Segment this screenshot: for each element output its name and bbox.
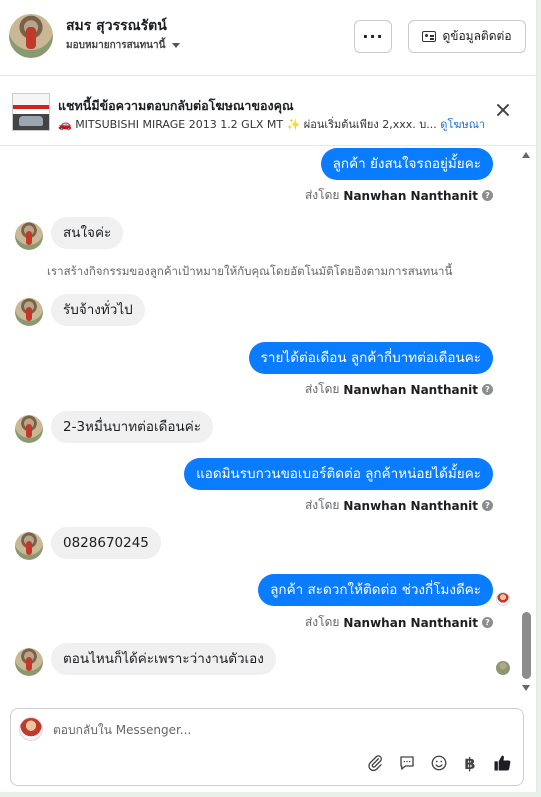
info-icon[interactable]: ? [482,500,493,511]
outgoing-message[interactable]: ลูกค้า สะดวกให้ติดต่อ ช่วงกี่โมงดีคะ [258,574,493,606]
sent-by-prefix: ส่งโดย [304,498,340,512]
chevron-down-icon [172,43,181,48]
contact-avatar-small [15,222,43,250]
contact-avatar[interactable] [9,14,53,58]
scroll-up-arrow[interactable] [522,152,530,158]
reply-composer: ฿ [10,708,524,786]
system-note: เราสร้างกิจกรรมของลูกค้าเป้าหมายให้กับคุ… [47,264,453,278]
contact-avatar-small [15,648,43,676]
sender-name: Nanwhan Nanthanit [343,382,478,397]
ad-banner-title: แชทนี้มีข้อความตอบกลับต่อโฆษณาของคุณ [58,98,294,113]
contact-avatar-small [15,415,43,443]
chat-bubble-icon[interactable] [397,753,417,773]
view-contact-button[interactable]: ดูข้อมูลติดต่อ [408,20,526,53]
info-icon[interactable]: ? [482,617,493,628]
baht-icon[interactable]: ฿ [460,753,480,773]
more-button[interactable]: ··· [354,20,392,53]
sent-by-label: ส่งโดย Nanwhan Nanthanit ? [305,613,493,632]
incoming-message[interactable]: 2-3หมื่นบาทต่อเดือนค่ะ [51,411,213,443]
incoming-message[interactable]: 0828670245 [51,527,161,559]
ad-banner-description: 🚗 MITSUBISHI MIRAGE 2013 1.2 GLX MT ✨ ผ่… [58,115,485,133]
sender-name: Nanwhan Nanthanit [343,188,478,203]
view-ad-link[interactable]: ดูโฆษณา [440,118,485,131]
sent-by-prefix: ส่งโดย [304,615,340,629]
chat-panel: สมร สุวรรณรัตน์ มอบหมายการสนทนานี้ ··· ด… [0,0,537,797]
outgoing-message[interactable]: รายได้ต่อเดือน ลูกค้ากี่บาทต่อเดือนคะ [248,342,493,374]
incoming-message[interactable]: สนใจค่ะ [51,217,124,249]
close-icon[interactable] [494,101,512,119]
seen-indicator-avatar [496,661,510,675]
ad-description-text: 🚗 MITSUBISHI MIRAGE 2013 1.2 GLX MT ✨ ผ่… [58,118,437,131]
contact-avatar-small [15,532,43,560]
incoming-message[interactable]: รับจ้างทั่วไป [51,294,145,326]
scrollbar-thumb[interactable] [522,612,531,679]
scroll-down-arrow[interactable] [522,685,530,691]
ad-reply-banner: แชทนี้มีข้อความตอบกลับต่อโฆษณาของคุณ 🚗 M… [0,77,537,146]
contact-card-icon [422,31,437,42]
paperclip-icon[interactable] [365,753,385,773]
assign-conversation[interactable]: มอบหมายการสนทนานี้ [66,38,181,53]
conversation-header: สมร สุวรรณรัตน์ มอบหมายการสนทนานี้ ··· ด… [0,0,537,76]
window-bottom-edge [0,792,541,797]
ad-thumbnail[interactable] [12,93,50,131]
sent-by-prefix: ส่งโดย [304,382,340,396]
assign-label: มอบหมายการสนทนานี้ [66,40,166,51]
sender-name: Nanwhan Nanthanit [343,498,478,513]
view-contact-label: ดูข้อมูลติดต่อ [442,29,512,43]
info-icon[interactable]: ? [482,384,493,395]
sent-by-label: ส่งโดย Nanwhan Nanthanit ? [305,496,493,515]
window-edge [537,0,541,797]
sent-by-label: ส่งโดย Nanwhan Nanthanit ? [305,380,493,399]
message-thread: ลูกค้า ยังสนใจรถอยู่มั้ยคะ ส่งโดย Nanwha… [0,147,537,702]
thumbs-up-icon[interactable] [492,753,512,773]
read-receipt-avatar [496,592,510,606]
outgoing-message[interactable]: แอดมินรบกวนขอเบอร์ติดต่อ ลูกค้าหน่อยได้ม… [184,458,493,490]
outgoing-message[interactable]: ลูกค้า ยังสนใจรถอยู่มั้ยคะ [320,148,493,180]
reply-input[interactable] [53,721,473,739]
page-avatar [19,717,43,741]
info-icon[interactable]: ? [482,190,493,201]
contact-avatar-small [15,298,43,326]
sent-by-prefix: ส่งโดย [304,188,340,202]
sender-name: Nanwhan Nanthanit [343,615,478,630]
incoming-message[interactable]: ตอนไหนก็ได้ค่ะเพราะว่างานตัวเอง [51,643,276,675]
more-icon: ··· [362,27,384,46]
sent-by-label: ส่งโดย Nanwhan Nanthanit ? [305,186,493,205]
contact-name[interactable]: สมร สุวรรณรัตน์ [66,15,167,37]
emoji-icon[interactable] [429,753,449,773]
